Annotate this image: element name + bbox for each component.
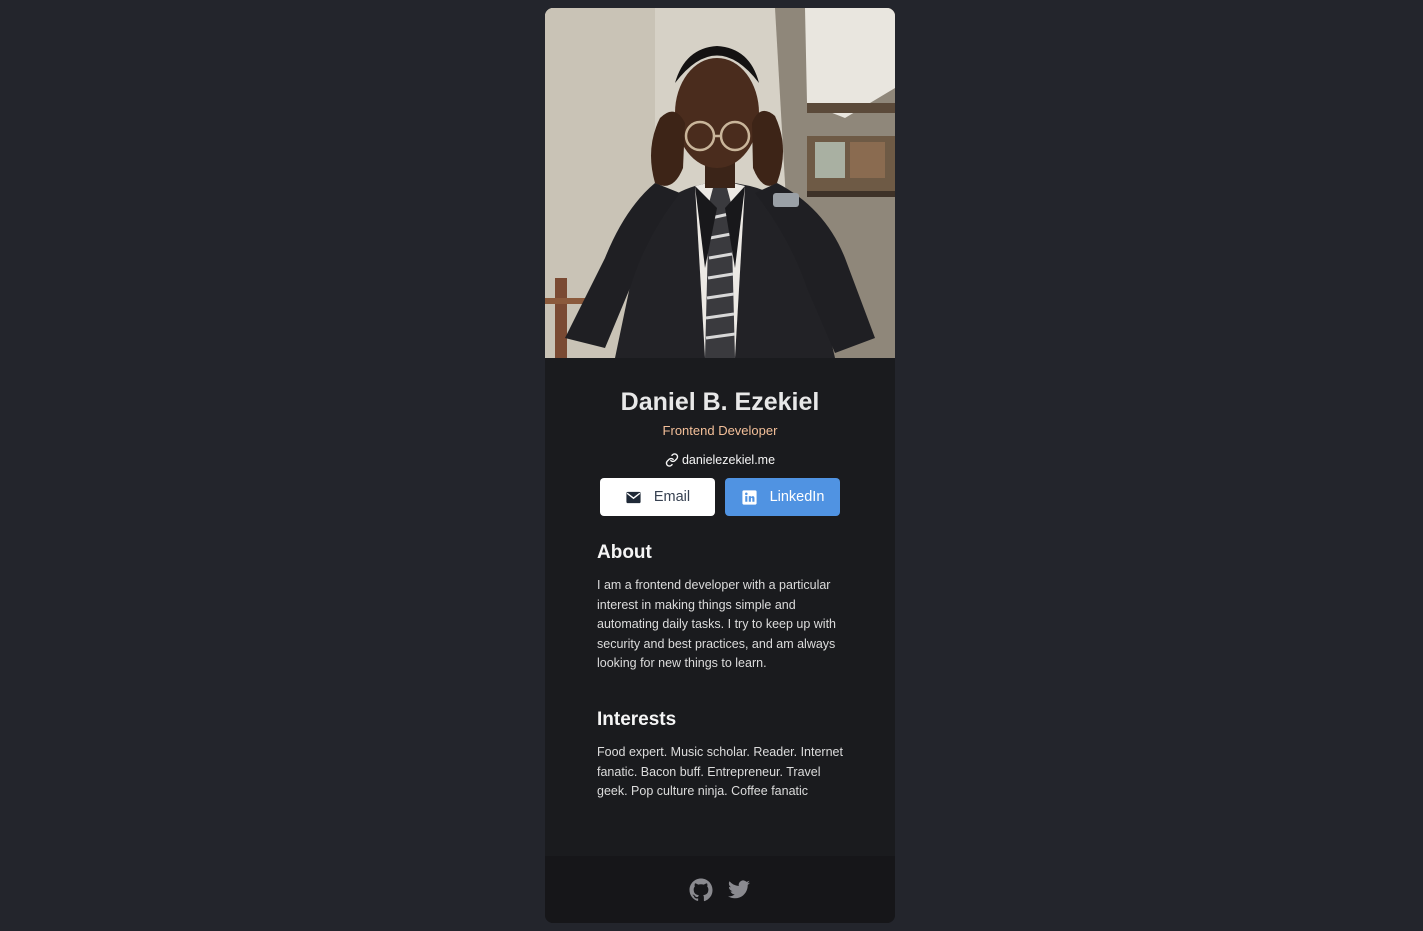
interests-section: Interests Food expert. Music scholar. Re…: [597, 709, 847, 802]
interests-text: Food expert. Music scholar. Reader. Inte…: [597, 745, 843, 798]
profile-name: Daniel B. Ezekiel: [620, 388, 820, 416]
email-button-label: Email: [653, 489, 691, 505]
about-text: I am a frontend developer with a particu…: [597, 578, 837, 670]
website-link[interactable]: danielezekiel.me: [545, 453, 895, 467]
github-icon: [689, 878, 713, 901]
contact-buttons: Email LinkedIn: [600, 478, 840, 516]
profile-card: Daniel B. Ezekiel Frontend Developer dan…: [545, 8, 895, 923]
linkedin-button[interactable]: LinkedIn: [725, 478, 840, 516]
interests-heading: Interests: [597, 709, 677, 730]
social-footer: [545, 856, 895, 923]
mail-icon: [626, 491, 641, 503]
profile-role: Frontend Developer: [662, 423, 778, 438]
profile-photo-image: [545, 8, 895, 358]
linkedin-button-label: LinkedIn: [769, 489, 825, 505]
linkedin-icon: [741, 489, 757, 505]
website-label: danielezekiel.me: [681, 453, 776, 467]
twitter-icon: [728, 879, 750, 898]
email-button[interactable]: Email: [600, 478, 715, 516]
twitter-link[interactable]: [727, 878, 751, 902]
about-section: About I am a frontend developer with a p…: [597, 542, 847, 674]
profile-photo: [545, 8, 895, 358]
github-link[interactable]: [689, 878, 713, 902]
link-icon: [665, 453, 679, 467]
about-heading: About: [597, 542, 652, 563]
